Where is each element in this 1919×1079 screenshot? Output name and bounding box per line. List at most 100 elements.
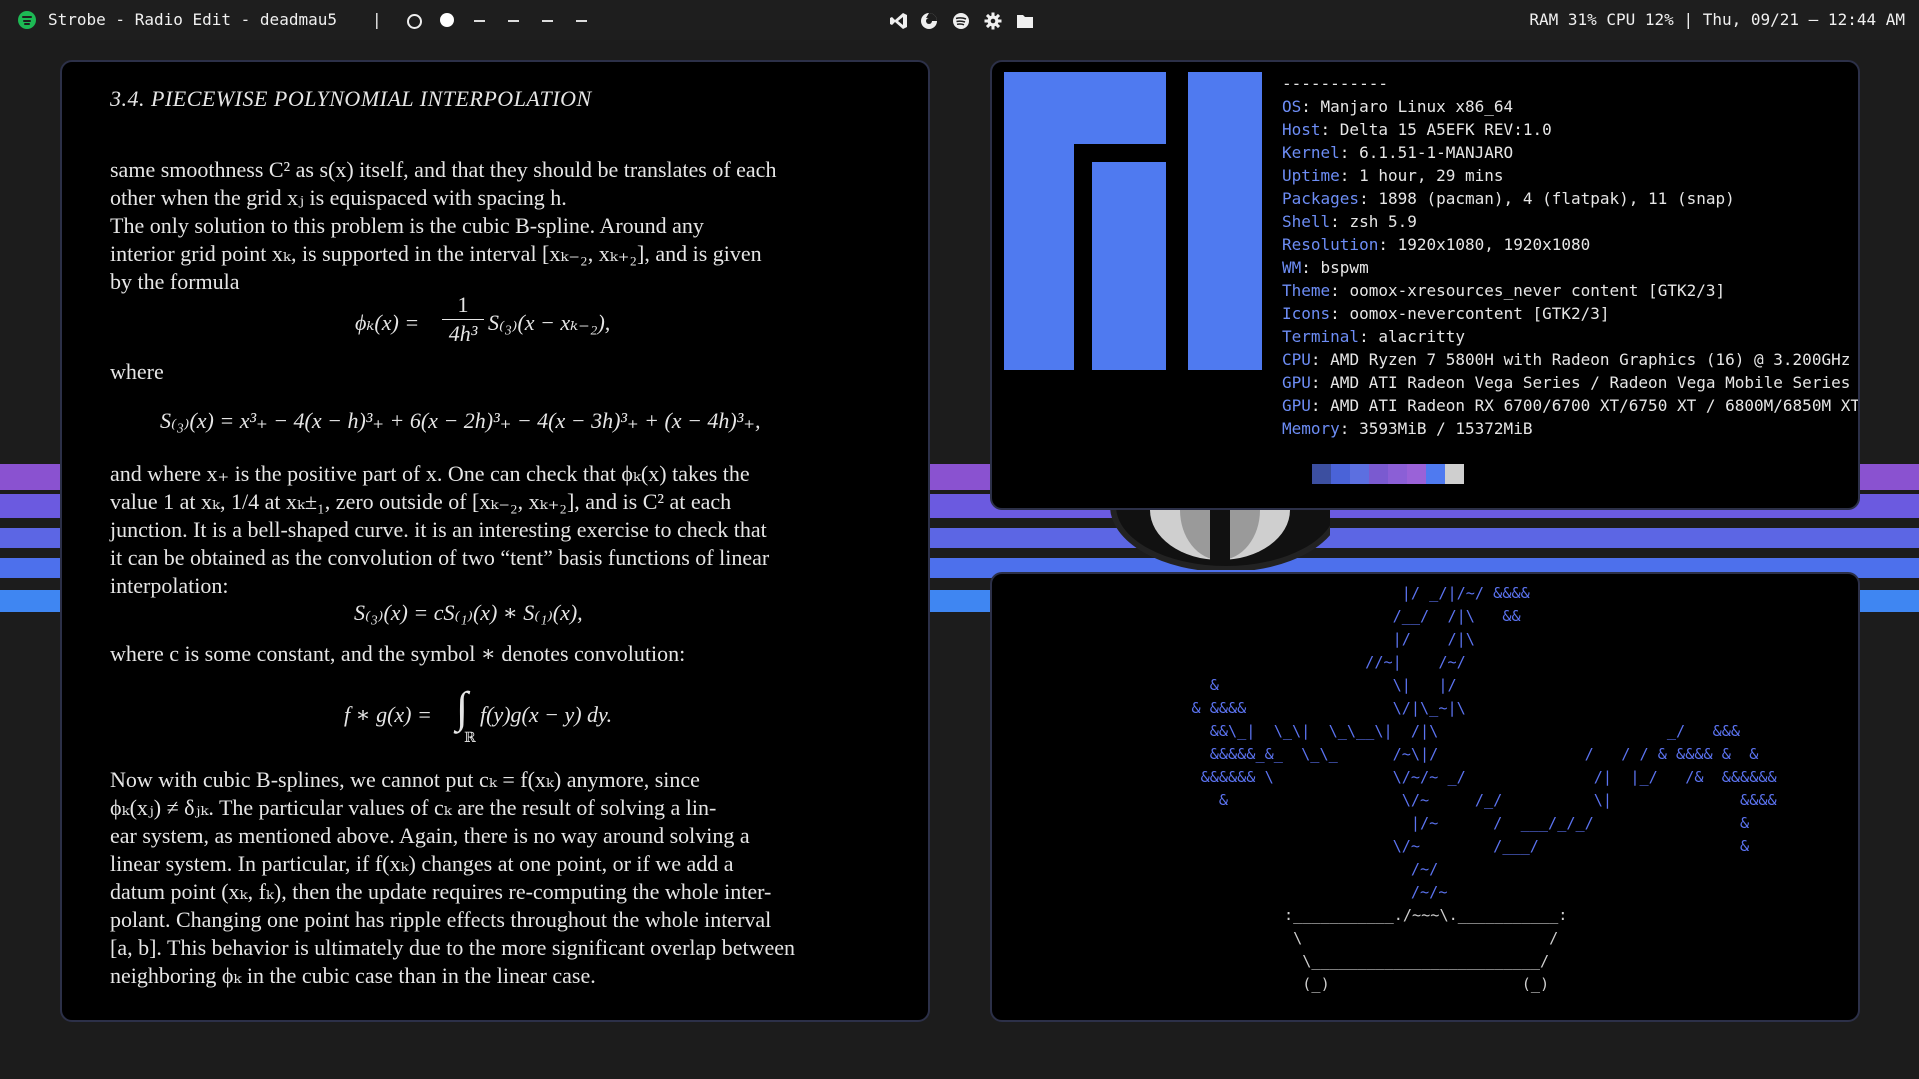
info-line: Uptime: 1 hour, 29 mins (1282, 164, 1504, 187)
text-line: neighboring ϕₖ in the cubic case than in… (110, 963, 596, 988)
text-line: ϕₖ(xⱼ) ≠ δⱼₖ. The particular values of c… (110, 795, 717, 820)
text-line: Now with cubic B-splines, we cannot put … (110, 767, 700, 792)
palette-swatch (1388, 464, 1407, 484)
palette-swatch (1407, 464, 1426, 484)
info-value: : Manjaro Linux x86_64 (1301, 97, 1514, 116)
info-key: GPU (1282, 396, 1311, 415)
neofetch-terminal[interactable]: ----------- OS: Manjaro Linux x86_64 Host… (990, 60, 1860, 510)
bar-separator: | (372, 10, 382, 29)
info-key: OS (1282, 97, 1302, 116)
page-heading: 3.4. PIECEWISE POLYNOMIAL INTERPOLATION (110, 86, 592, 111)
text-line: ear system, as mentioned above. Again, t… (110, 823, 750, 848)
palette-swatch (1331, 464, 1350, 484)
palette-swatch (1369, 464, 1388, 484)
vscode-icon[interactable] (890, 12, 908, 30)
text-line: other when the grid xⱼ is equispaced wit… (110, 185, 567, 210)
text-line: The only solution to this problem is the… (110, 213, 704, 238)
equation-phi-rhs: S₍₃₎(x − xₖ₋₂), (488, 310, 611, 335)
info-line: Resolution: 1920x1080, 1920x1080 (1282, 233, 1590, 256)
info-line: Icons: oomox-nevercontent [GTK2/3] (1282, 302, 1610, 325)
info-key: Packages (1282, 189, 1360, 208)
info-value: : 6.1.51-1-MANJARO (1339, 143, 1514, 162)
info-line: Packages: 1898 (pacman), 4 (flatpak), 11… (1282, 187, 1735, 210)
integral-sign: ∫ (456, 683, 469, 732)
info-value: : AMD ATI Radeon RX 6700/6700 XT/6750 XT… (1310, 396, 1860, 415)
top-bar: Strobe - Radio Edit - deadmau5 | RAM 31%… (0, 0, 1919, 40)
info-key: CPU (1282, 350, 1311, 369)
text-line: and where x₊ is the positive part of x. … (110, 461, 750, 486)
palette-swatch (1445, 464, 1464, 484)
gear-icon[interactable] (984, 12, 1002, 30)
info-value: : zsh 5.9 (1330, 212, 1417, 231)
info-value: : 1898 (pacman), 4 (flatpak), 11 (snap) (1359, 189, 1735, 208)
palette-swatch (1426, 464, 1445, 484)
folder-icon[interactable] (1016, 12, 1034, 30)
text-line: it can be obtained as the convolution of… (110, 545, 770, 570)
workspace-active[interactable] (440, 13, 454, 27)
text-line: polant. Changing one point has ripple ef… (110, 907, 772, 932)
workspace-dash[interactable] (542, 20, 553, 22)
bonsai-pot-art: :___________./~~~\.___________: \ / \___… (1284, 906, 1568, 993)
spotify-tray-icon[interactable] (952, 12, 970, 30)
bonsai-tree-art: |/ _/|/~/ &&&& /__/ /|\ && |/ /|\ //~| /… (1191, 584, 1777, 901)
text-line: datum point (xₖ, fₖ), then the update re… (110, 879, 772, 904)
info-key: Uptime (1282, 166, 1340, 185)
info-key: Shell (1282, 212, 1331, 231)
info-line: Terminal: alacritty (1282, 325, 1465, 348)
info-line: OS: Manjaro Linux x86_64 (1282, 95, 1513, 118)
text-line: same smoothness C² as s(x) itself, and t… (110, 157, 777, 182)
fraction-denominator: 4h³ (448, 321, 478, 346)
text-line: junction. It is a bell-shaped curve. it … (110, 517, 767, 542)
text-line: linear system. In particular, if f(xₖ) c… (110, 851, 734, 876)
info-line: Theme: oomox-xresources_never content [G… (1282, 279, 1725, 302)
text-line: interpolation: (110, 573, 229, 598)
fraction-bar (442, 319, 484, 320)
equation-convolution: S₍₃₎(x) = cS₍₁₎(x) ∗ S₍₁₎(x), (354, 600, 583, 625)
equation-s3: S₍₃₎(x) = x³₊ − 4(x − h)³₊ + 6(x − 2h)³₊… (160, 408, 761, 433)
workspace-dash[interactable] (576, 20, 587, 22)
info-value: : 1 hour, 29 mins (1339, 166, 1504, 185)
info-value: : bspwm (1301, 258, 1369, 277)
info-value: : 1920x1080, 1920x1080 (1378, 235, 1591, 254)
workspace-dash[interactable] (474, 20, 485, 22)
info-line: Memory: 3593MiB / 15372MiB (1282, 417, 1532, 440)
info-value: : 3593MiB / 15372MiB (1339, 419, 1533, 438)
info-key: Host (1282, 120, 1321, 139)
text-line: value 1 at xₖ, 1/4 at xₖ±₁, zero outside… (110, 489, 732, 514)
palette-swatch (1312, 464, 1331, 484)
text-line: where c is some constant, and the symbol… (110, 641, 686, 666)
info-line: CPU: AMD Ryzen 7 5800H with Radeon Graph… (1282, 348, 1850, 371)
now-playing[interactable]: Strobe - Radio Edit - deadmau5 (48, 9, 337, 31)
text-line: [a, b]. This behavior is ultimately due … (110, 935, 796, 960)
info-line: Host: Delta 15 A5EFK REV:1.0 (1282, 118, 1552, 141)
info-line: GPU: AMD ATI Radeon RX 6700/6700 XT/6750… (1282, 394, 1860, 417)
system-status: RAM 31% CPU 12% | Thu, 09/21 — 12:44 AM (1529, 10, 1905, 29)
text-line: by the formula (110, 269, 240, 294)
info-value: : AMD ATI Radeon Vega Series / Radeon Ve… (1310, 373, 1851, 392)
info-key: GPU (1282, 373, 1311, 392)
info-value: : oomox-nevercontent [GTK2/3] (1330, 304, 1610, 323)
bonsai-terminal[interactable]: |/ _/|/~/ &&&& /__/ /|\ && |/ /|\ //~| /… (990, 572, 1860, 1022)
info-line: WM: bspwm (1282, 256, 1369, 279)
integral-domain: ℝ (464, 731, 476, 746)
info-key: Memory (1282, 419, 1340, 438)
info-line: GPU: AMD ATI Radeon Vega Series / Radeon… (1282, 371, 1850, 394)
equation-phi-lhs: ϕₖ(x) = (355, 310, 420, 335)
browser-icon[interactable] (920, 12, 938, 30)
pdf-viewer-window[interactable]: 3.4. PIECEWISE POLYNOMIAL INTERPOLATION … (60, 60, 930, 1022)
info-key: Icons (1282, 304, 1331, 323)
wallpaper-lotus (1110, 500, 1330, 570)
equation-phi-fraction: 1 4h³ (442, 292, 484, 347)
neofetch-separator: ----------- (1282, 74, 1388, 93)
palette-swatch (1350, 464, 1369, 484)
fraction-numerator: 1 (457, 292, 469, 317)
equation-integral-lhs: f ∗ g(x) = (344, 702, 432, 727)
info-value: : oomox-xresources_never content [GTK2/3… (1330, 281, 1726, 300)
text-line: where (110, 359, 164, 384)
spotify-icon[interactable] (18, 11, 36, 29)
info-value: : AMD Ryzen 7 5800H with Radeon Graphics… (1310, 350, 1851, 369)
info-value: : alacritty (1359, 327, 1466, 346)
info-line: Shell: zsh 5.9 (1282, 210, 1417, 233)
workspace-empty[interactable] (407, 14, 422, 29)
workspace-dash[interactable] (508, 20, 519, 22)
